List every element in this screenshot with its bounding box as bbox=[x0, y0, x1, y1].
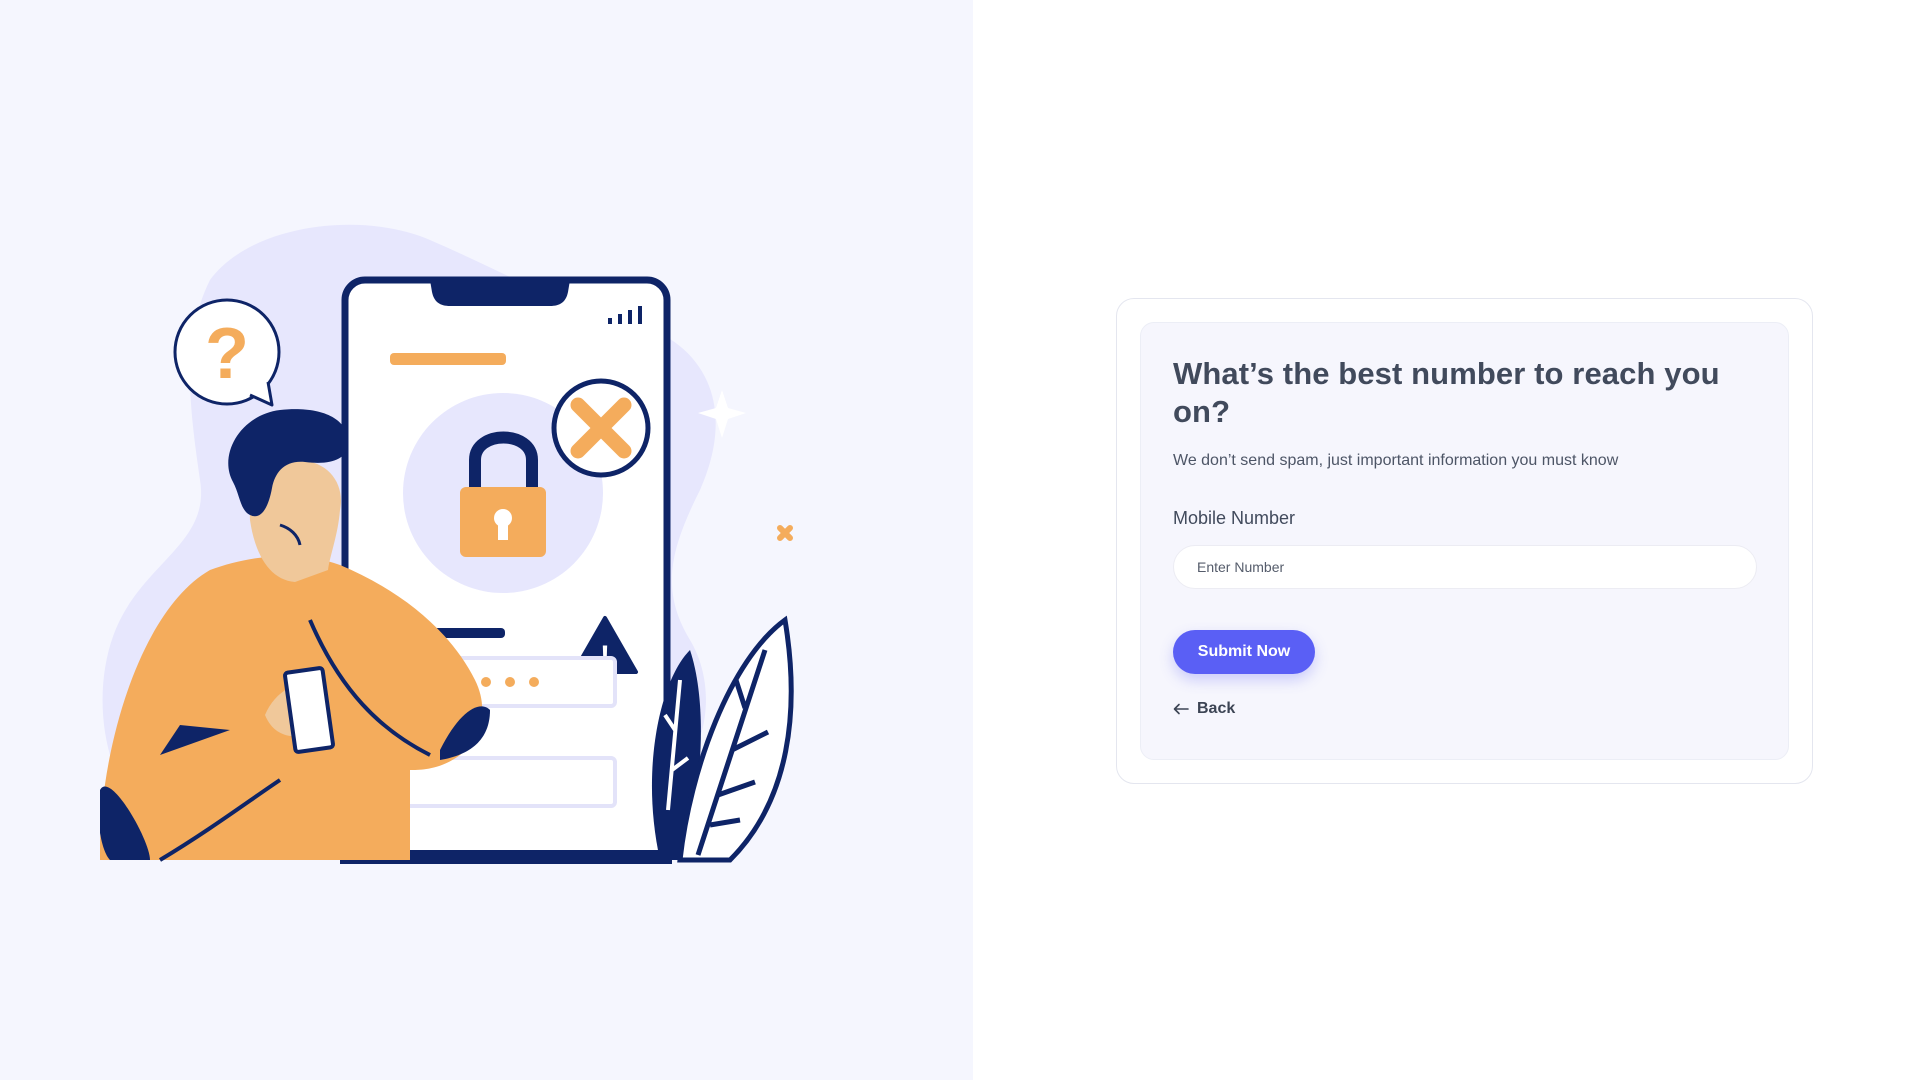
form-panel: What’s the best number to reach you on? … bbox=[973, 0, 1920, 1080]
mobile-number-input[interactable] bbox=[1173, 545, 1757, 589]
orange-line bbox=[390, 353, 506, 365]
phone-notch bbox=[430, 280, 570, 306]
page-title: What’s the best number to reach you on? bbox=[1173, 356, 1720, 429]
submit-button[interactable]: Submit Now bbox=[1173, 630, 1315, 674]
orange-sparkle-icon bbox=[777, 525, 793, 541]
illustration-panel: ! bbox=[0, 0, 973, 1080]
mobile-number-label: Mobile Number bbox=[1173, 508, 1296, 528]
form-card: What’s the best number to reach you on? … bbox=[1116, 298, 1813, 784]
question-bubble-icon: ? bbox=[173, 298, 281, 407]
page-subtitle: We don’t send spam, just important infor… bbox=[1173, 452, 1619, 469]
back-link-label: Back bbox=[1197, 700, 1236, 717]
arrow-left-icon bbox=[1173, 703, 1189, 715]
form-card-inner: What’s the best number to reach you on? … bbox=[1140, 322, 1789, 760]
back-link[interactable]: Back bbox=[1173, 700, 1253, 718]
question-glyph: ? bbox=[205, 314, 249, 394]
error-x-icon bbox=[551, 378, 651, 478]
security-illustration: ! bbox=[100, 224, 794, 864]
